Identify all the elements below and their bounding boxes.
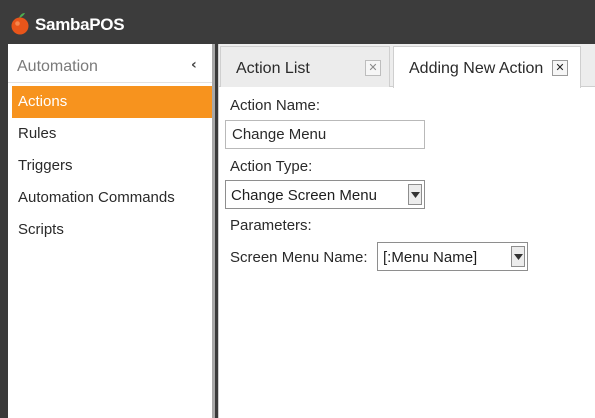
sidebar-item-scripts[interactable]: Scripts [12,214,212,246]
action-type-value: Change Screen Menu [231,187,377,204]
chevron-down-icon[interactable] [511,246,525,267]
tab-label: Action List [236,60,310,77]
sidebar-header: Automation ‹ [8,44,212,83]
chevron-left-icon[interactable]: ‹ [191,57,197,73]
screen-menu-name-label: Screen Menu Name: [230,249,368,266]
main-panel: Action List ✕ Adding New Action ✕ Action… [218,44,595,418]
sidebar-item-actions[interactable]: Actions [12,86,212,118]
sidebar: Automation ‹ Actions Rules Triggers Auto… [8,44,215,418]
tab-strip: Action List ✕ Adding New Action ✕ [219,44,595,88]
close-icon[interactable]: ✕ [365,60,381,76]
tab-label: Adding New Action [409,60,544,77]
app-title: SambaPOS [35,15,125,34]
screen-menu-name-value: [:Menu Name] [383,249,478,266]
orange-fruit-icon [11,13,29,35]
action-type-label: Action Type: [230,158,313,175]
sidebar-item-rules[interactable]: Rules [12,118,212,150]
tab-action-list[interactable]: Action List ✕ [220,46,390,87]
action-name-label: Action Name: [230,97,321,114]
sidebar-item-automation-commands[interactable]: Automation Commands [12,182,212,214]
action-type-select[interactable]: Change Screen Menu [225,180,425,209]
sidebar-title: Automation [17,58,98,75]
action-name-input[interactable]: Change Menu [225,120,425,149]
parameters-label: Parameters: [230,217,312,234]
chevron-down-icon[interactable] [408,184,422,205]
tab-adding-new-action[interactable]: Adding New Action ✕ [393,46,581,88]
sidebar-nav: Actions Rules Triggers Automation Comman… [12,86,212,246]
close-icon[interactable]: ✕ [552,60,568,76]
screen-menu-name-select[interactable]: [:Menu Name] [377,242,528,271]
sidebar-item-triggers[interactable]: Triggers [12,150,212,182]
title-bar: SambaPOS [0,0,595,40]
action-form: Action Name: Change Menu Action Type: Ch… [219,88,595,418]
